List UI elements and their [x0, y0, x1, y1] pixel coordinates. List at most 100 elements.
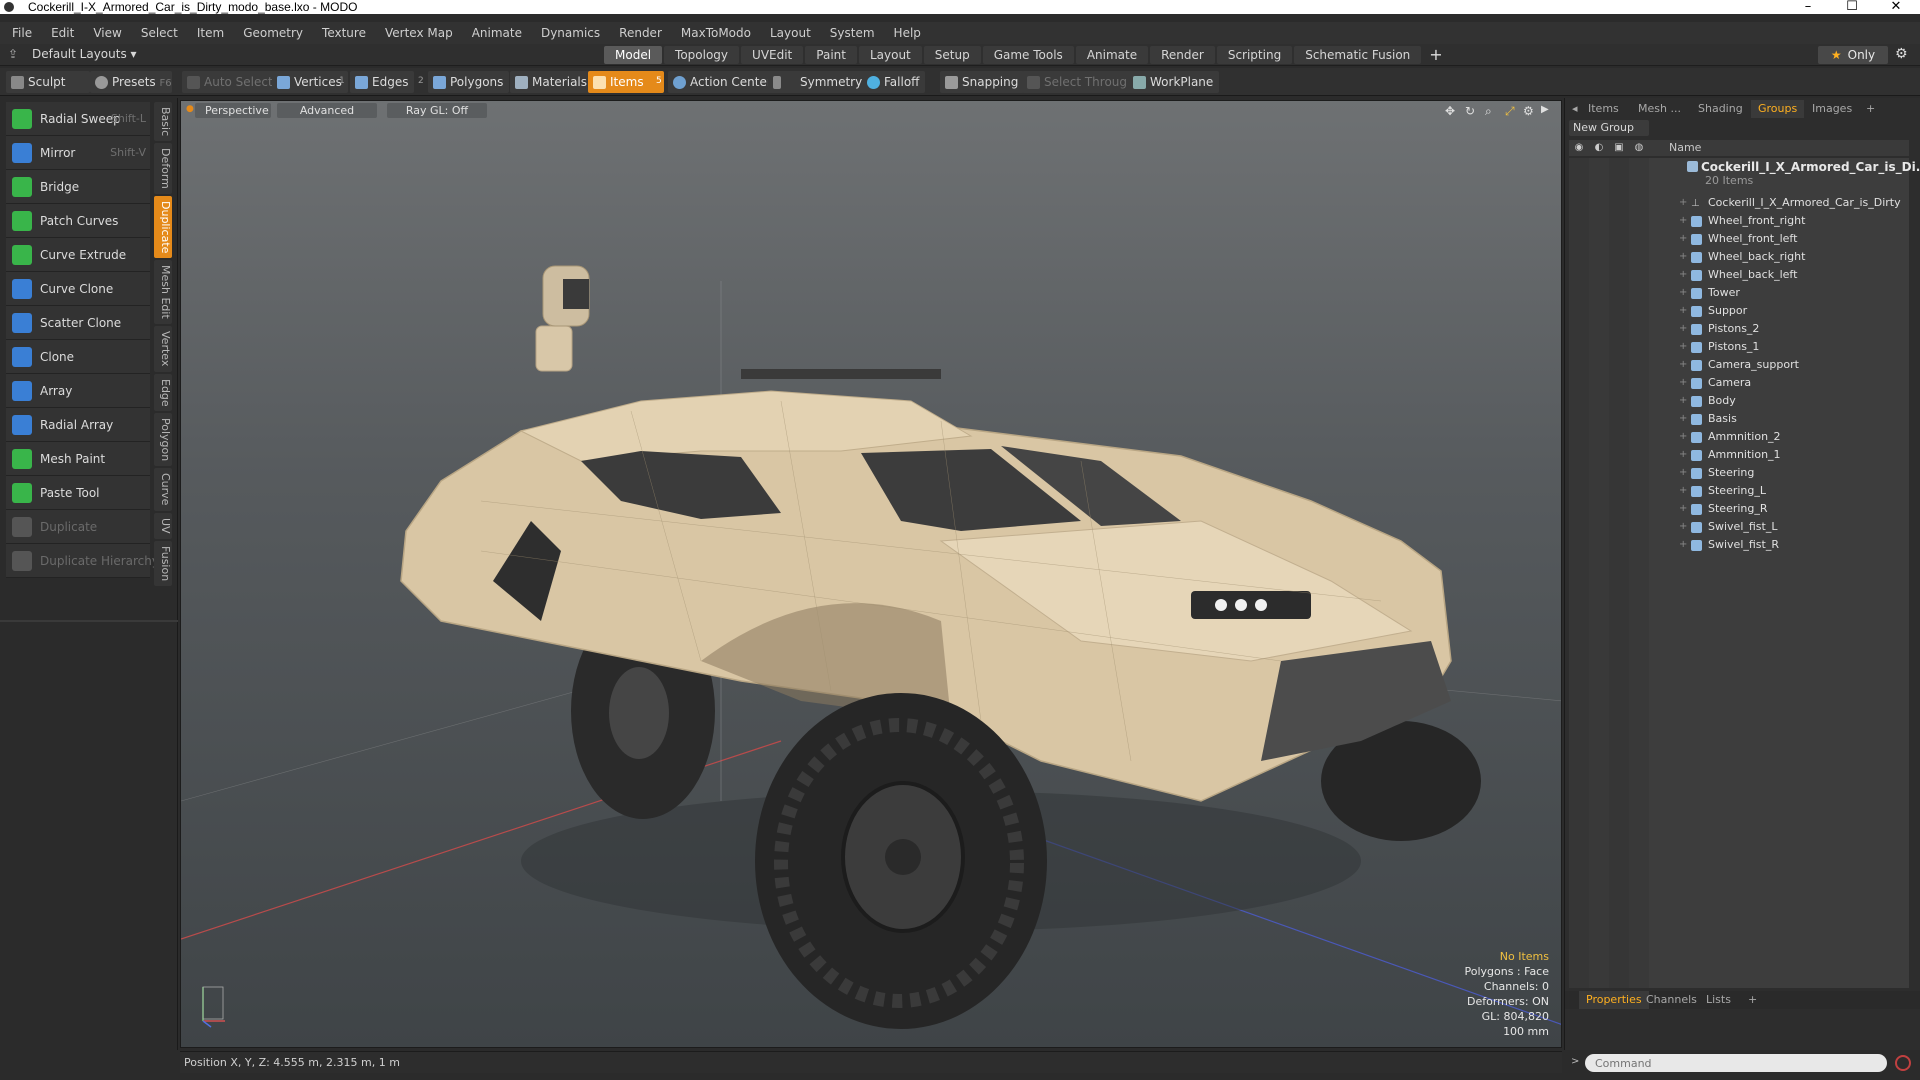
add-props-tab-icon[interactable]: +: [1741, 991, 1764, 1009]
group-item-row[interactable]: + Body: [1569, 392, 1909, 410]
group-item-row[interactable]: + Wheel_front_right: [1569, 212, 1909, 230]
tool-curve-extrude[interactable]: Curve Extrude: [6, 238, 150, 272]
tool-radial-sweep[interactable]: Radial Sweep Shift-L: [6, 102, 150, 136]
materials-button[interactable]: Materials: [510, 71, 594, 93]
snapping-button[interactable]: Snapping: [940, 71, 1025, 93]
action-center-button[interactable]: Action Center: [668, 71, 778, 93]
expand-icon[interactable]: +: [1679, 500, 1687, 518]
layout-tab-setup[interactable]: Setup: [923, 46, 981, 64]
lock-column-icon[interactable]: ▣: [1613, 142, 1625, 154]
tool-radial-array[interactable]: Radial Array: [6, 408, 150, 442]
menu-vertex-map[interactable]: Vertex Map: [385, 26, 453, 40]
layout-tab-animate[interactable]: Animate: [1075, 46, 1149, 64]
menu-view[interactable]: View: [93, 26, 121, 40]
expand-icon[interactable]: +: [1679, 248, 1687, 266]
panel-tab-groups[interactable]: Groups: [1751, 100, 1805, 118]
vtab-curve[interactable]: Curve: [154, 468, 172, 511]
group-item-row[interactable]: + Wheel_back_right: [1569, 248, 1909, 266]
menu-geometry[interactable]: Geometry: [243, 26, 303, 40]
viewport-menu-icon[interactable]: ●: [186, 104, 194, 114]
gear-icon[interactable]: ⚙: [1895, 46, 1908, 62]
expand-icon[interactable]: +: [1679, 482, 1687, 500]
tool-clone[interactable]: Clone: [6, 340, 150, 374]
layout-tab-layout[interactable]: Layout: [858, 46, 922, 64]
items-button[interactable]: Items: [588, 71, 664, 93]
vertices-button[interactable]: Vertices: [272, 71, 348, 93]
expand-icon[interactable]: +: [1679, 212, 1687, 230]
tool-curve-clone[interactable]: Curve Clone: [6, 272, 150, 306]
viewport-settings-icon[interactable]: ⚙: [1523, 104, 1534, 118]
layout-tab-topology[interactable]: Topology: [664, 46, 740, 64]
edges-button[interactable]: Edges: [350, 71, 415, 93]
expand-icon[interactable]: +: [1679, 464, 1687, 482]
expand-icon[interactable]: +: [1679, 266, 1687, 284]
vtab-basic[interactable]: Basic: [154, 102, 172, 142]
menu-system[interactable]: System: [830, 26, 875, 40]
menu-texture[interactable]: Texture: [322, 26, 366, 40]
props-tab-channels[interactable]: Channels: [1639, 991, 1704, 1009]
layout-tab-uvedit[interactable]: UVEdit: [741, 46, 804, 64]
vtab-edge[interactable]: Edge: [154, 373, 172, 412]
perspective-dropdown[interactable]: Perspective: [195, 103, 271, 118]
menu-edit[interactable]: Edit: [51, 26, 74, 40]
expand-icon[interactable]: +: [1679, 338, 1687, 356]
visibility-column-icon[interactable]: ◉: [1573, 142, 1585, 154]
menu-select[interactable]: Select: [141, 26, 178, 40]
expand-icon[interactable]: +: [1679, 518, 1687, 536]
layout-tab-model[interactable]: Model: [604, 46, 663, 64]
name-column-header[interactable]: Name: [1669, 141, 1701, 154]
minimize-button[interactable]: –: [1786, 0, 1830, 14]
tool-scatter-clone[interactable]: Scatter Clone: [6, 306, 150, 340]
group-item-row[interactable]: + Suppor: [1569, 302, 1909, 320]
symmetry-button[interactable]: Symmetry: [768, 71, 869, 93]
panel-tab-shading[interactable]: Shading: [1691, 100, 1750, 118]
props-tab-lists[interactable]: Lists: [1699, 991, 1738, 1009]
group-item-row[interactable]: + Steering_L: [1569, 482, 1909, 500]
zoom-view-icon[interactable]: ⌕: [1485, 104, 1492, 119]
add-tab-icon[interactable]: +: [1859, 100, 1882, 118]
layout-tab-game-tools[interactable]: Game Tools: [982, 46, 1074, 64]
command-input[interactable]: [1585, 1054, 1887, 1072]
sculpt-button[interactable]: Sculpt: [6, 71, 90, 93]
expand-icon[interactable]: +: [1679, 302, 1687, 320]
vtab-fusion[interactable]: Fusion: [154, 540, 172, 586]
group-item-row[interactable]: + Ammnition_2: [1569, 428, 1909, 446]
menu-dynamics[interactable]: Dynamics: [541, 26, 600, 40]
expand-icon[interactable]: +: [1679, 320, 1687, 338]
menu-render[interactable]: Render: [619, 26, 662, 40]
expand-icon[interactable]: +: [1679, 356, 1687, 374]
expand-icon[interactable]: +: [1679, 374, 1687, 392]
polygons-button[interactable]: Polygons: [428, 71, 510, 93]
group-item-row[interactable]: + Swivel_fist_R: [1569, 536, 1909, 554]
expand-icon[interactable]: +: [1679, 284, 1687, 302]
move-view-icon[interactable]: ✥: [1445, 104, 1455, 118]
expand-icon[interactable]: +: [1679, 446, 1687, 464]
vtab-uv[interactable]: UV: [154, 512, 172, 539]
expand-icon[interactable]: +: [1679, 194, 1687, 212]
fit-view-icon[interactable]: ⤢: [1505, 104, 1515, 119]
menu-file[interactable]: File: [12, 26, 32, 40]
tool-patch-curves[interactable]: Patch Curves: [6, 204, 150, 238]
group-item-row[interactable]: + Wheel_front_left: [1569, 230, 1909, 248]
select-through-button[interactable]: Select Through: [1022, 71, 1141, 93]
advanced-dropdown[interactable]: Advanced: [277, 103, 377, 118]
panel-tab-items[interactable]: Items: [1581, 100, 1626, 118]
panel-tab-images[interactable]: Images: [1805, 100, 1859, 118]
vtab-mesh-edit[interactable]: Mesh Edit: [154, 260, 172, 325]
group-item-row[interactable]: + Swivel_fist_L: [1569, 518, 1909, 536]
layout-tab-render[interactable]: Render: [1150, 46, 1215, 64]
vtab-polygon[interactable]: Polygon: [154, 413, 172, 467]
tool-duplicate[interactable]: Duplicate: [6, 510, 150, 544]
workplane-button[interactable]: WorkPlane: [1128, 71, 1220, 93]
menu-layout[interactable]: Layout: [770, 26, 811, 40]
expand-icon[interactable]: +: [1679, 428, 1687, 446]
group-item-row[interactable]: + ⊥ Cockerill_I_X_Armored_Car_is_Dirty: [1569, 194, 1909, 212]
group-item-row[interactable]: + Wheel_back_left: [1569, 266, 1909, 284]
default-layouts-dropdown[interactable]: ⇪ Default Layouts ▾: [8, 47, 137, 61]
layout-tab-schematic-fusion[interactable]: Schematic Fusion: [1294, 46, 1422, 64]
auto-select-button[interactable]: Auto Select: [182, 71, 279, 93]
group-item-row[interactable]: + Pistons_1: [1569, 338, 1909, 356]
group-item-row[interactable]: + Pistons_2: [1569, 320, 1909, 338]
tool-duplicate-hierarchy[interactable]: Duplicate Hierarchy: [6, 544, 159, 578]
close-button[interactable]: ✕: [1874, 0, 1918, 14]
